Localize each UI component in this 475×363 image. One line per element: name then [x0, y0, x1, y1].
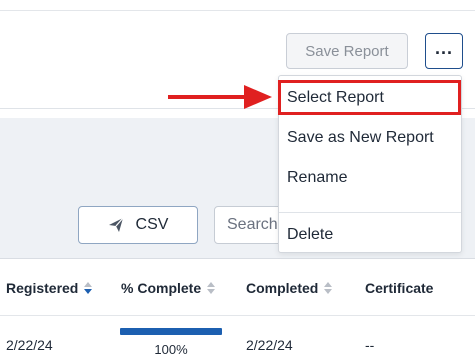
header-completed-label: Completed — [246, 280, 319, 296]
header-registered-label: Registered — [6, 280, 79, 296]
more-icon: ... — [434, 38, 453, 58]
filter-divider — [0, 258, 475, 259]
header-percent-complete[interactable]: % Complete — [121, 280, 216, 296]
arrow-annotation — [168, 85, 272, 109]
top-divider — [0, 10, 475, 11]
header-registered[interactable]: Registered — [6, 280, 93, 296]
cell-certificate: -- — [365, 337, 375, 353]
header-certificate-label: Certificate — [365, 280, 434, 296]
search-placeholder: Search — [227, 216, 278, 233]
csv-export-button[interactable]: CSV — [78, 206, 198, 244]
progress-label: 100% — [154, 342, 188, 357]
highlight-annotation — [278, 80, 461, 115]
header-completed[interactable]: Completed — [246, 280, 333, 296]
header-percent-complete-label: % Complete — [121, 280, 202, 296]
csv-label: CSV — [135, 216, 169, 233]
cell-completed: 2/22/24 — [246, 337, 293, 353]
send-icon — [108, 217, 124, 232]
menu-divider — [279, 212, 461, 213]
menu-item-save-as-new-report[interactable]: Save as New Report — [279, 129, 463, 147]
header-certificate: Certificate — [365, 280, 433, 296]
sort-icon — [84, 282, 93, 294]
save-report-button[interactable]: Save Report — [286, 33, 408, 69]
cell-registered: 2/22/24 — [6, 337, 53, 353]
table-header-divider — [0, 315, 475, 316]
sort-icon — [207, 282, 216, 294]
sort-icon — [324, 282, 333, 294]
progress-bar — [120, 328, 222, 335]
menu-item-delete[interactable]: Delete — [279, 226, 463, 244]
menu-item-rename[interactable]: Rename — [279, 169, 463, 187]
more-options-button[interactable]: ... — [425, 33, 463, 69]
